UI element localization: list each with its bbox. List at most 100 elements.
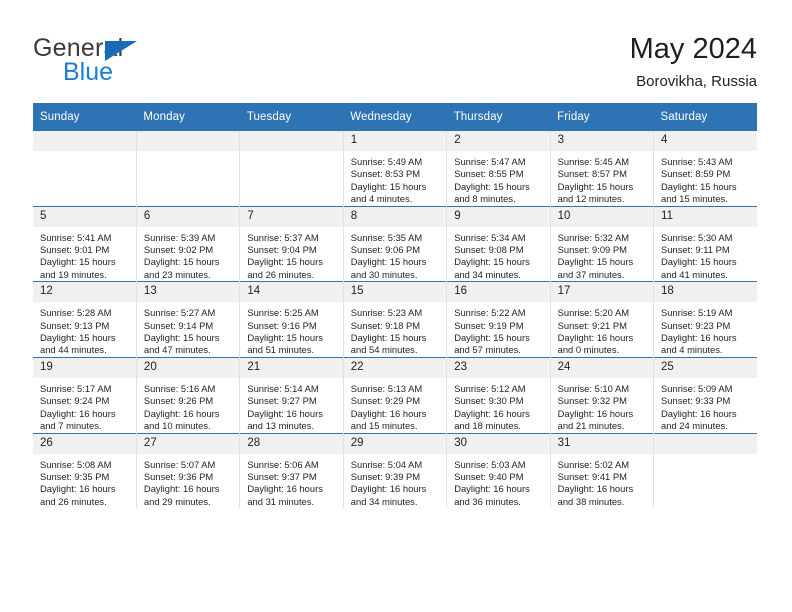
- day-sunrise-line: Sunrise: 5:08 AM: [40, 458, 112, 470]
- day-daylight-line: and 31 minutes.: [247, 495, 315, 507]
- calendar-week-row: 26 Sunrise: 5:08 AM Sunset: 9:35 PM Dayligh…: [33, 432, 757, 509]
- day-details: Sunrise: 5:43 AM Sunset: 8:59 PM Daylight:…: [654, 151, 757, 206]
- calendar-day-cell[interactable]: 1 Sunrise: 5:49 AM Sunset: 8:53 PM Daylight…: [342, 131, 448, 207]
- calendar-day-cell[interactable]: 15 Sunrise: 5:23 AM Sunset: 9:18 PM Dayligh…: [342, 281, 448, 358]
- day-sunrise-line: Sunrise: 5:13 AM: [350, 382, 423, 394]
- day-number: 4: [654, 131, 757, 151]
- day-sunrise-line: Sunrise: 5:14 AM: [247, 382, 319, 394]
- day-sunset-line: Sunset: 9:37 PM: [247, 470, 317, 482]
- day-details: Sunrise: 5:14 AM Sunset: 9:27 PM Daylight:…: [240, 378, 342, 433]
- day-details: Sunrise: 5:03 AM Sunset: 9:40 PM Daylight:…: [447, 454, 549, 509]
- day-number: [136, 131, 240, 151]
- day-number: 23: [447, 357, 550, 378]
- day-number: 10: [550, 206, 654, 227]
- day-details: Sunrise: 5:08 AM Sunset: 9:35 PM Daylight:…: [33, 454, 136, 509]
- day-number: 25: [654, 357, 757, 378]
- day-sunset-line: Sunset: 9:23 PM: [661, 319, 731, 331]
- calendar-day-cell[interactable]: 7 Sunrise: 5:37 AM Sunset: 9:04 PM Daylight…: [239, 205, 344, 282]
- calendar-day-cell[interactable]: 23 Sunrise: 5:12 AM Sunset: 9:30 PM Dayligh…: [446, 356, 551, 433]
- calendar-day-cell[interactable]: 11 Sunrise: 5:30 AM Sunset: 9:11 PM Dayligh…: [653, 205, 757, 282]
- day-daylight-line: and 13 minutes.: [247, 420, 315, 432]
- page-header: General Blue May 2024 Borovikha, Russia: [0, 0, 792, 100]
- calendar-day-cell[interactable]: 24 Sunrise: 5:10 AM Sunset: 9:32 PM Dayligh…: [549, 356, 655, 433]
- calendar-day-cell[interactable]: 2 Sunrise: 5:47 AM Sunset: 8:55 PM Daylight…: [446, 131, 551, 207]
- weekday-header-sunday: Sunday: [33, 103, 137, 131]
- day-sunset-line: Sunset: 9:16 PM: [247, 319, 317, 331]
- day-daylight-line: and 21 minutes.: [557, 420, 625, 432]
- day-sunrise-line: Sunrise: 5:16 AM: [143, 382, 216, 394]
- day-sunrise-line: Sunrise: 5:45 AM: [557, 156, 630, 167]
- calendar-day-cell[interactable]: 30 Sunrise: 5:03 AM Sunset: 9:40 PM Dayligh…: [446, 432, 551, 509]
- day-details: Sunrise: 5:09 AM Sunset: 9:33 PM Daylight:…: [654, 378, 757, 433]
- day-sunset-line: Sunset: 9:13 PM: [40, 319, 110, 331]
- calendar-day-cell[interactable]: 12 Sunrise: 5:28 AM Sunset: 9:13 PM Dayligh…: [33, 281, 137, 358]
- day-sunrise-line: Sunrise: 5:17 AM: [40, 382, 112, 394]
- weekday-header-thursday: Thursday: [446, 103, 551, 131]
- day-sunset-line: Sunset: 9:32 PM: [557, 395, 627, 407]
- day-sunrise-line: Sunrise: 5:37 AM: [247, 231, 319, 243]
- calendar-day-cell[interactable]: 16 Sunrise: 5:22 AM Sunset: 9:19 PM Dayligh…: [446, 281, 551, 358]
- day-sunset-line: Sunset: 9:11 PM: [661, 244, 730, 256]
- day-sunset-line: Sunset: 9:33 PM: [661, 395, 731, 407]
- day-sunrise-line: Sunrise: 5:47 AM: [454, 156, 526, 167]
- calendar-day-cell[interactable]: 6 Sunrise: 5:39 AM Sunset: 9:02 PM Daylight…: [135, 205, 241, 282]
- calendar-week-row: 12 Sunrise: 5:28 AM Sunset: 9:13 PM Dayligh…: [33, 281, 757, 358]
- calendar-day-cell[interactable]: 18 Sunrise: 5:19 AM Sunset: 9:23 PM Dayligh…: [653, 281, 757, 358]
- day-sunset-line: Sunset: 9:08 PM: [454, 244, 524, 256]
- day-sunrise-line: Sunrise: 5:22 AM: [454, 307, 526, 319]
- calendar-day-cell[interactable]: 22 Sunrise: 5:13 AM Sunset: 9:29 PM Dayligh…: [342, 356, 448, 433]
- day-daylight-line: Daylight: 16 hours: [40, 407, 116, 419]
- day-details: Sunrise: 5:27 AM Sunset: 9:14 PM Daylight:…: [137, 302, 239, 357]
- day-sunset-line: Sunset: 9:26 PM: [143, 395, 214, 407]
- calendar-day-cell[interactable]: 28 Sunrise: 5:06 AM Sunset: 9:37 PM Dayligh…: [239, 432, 344, 509]
- calendar-day-cell[interactable]: 5 Sunrise: 5:41 AM Sunset: 9:01 PM Daylight…: [33, 205, 137, 282]
- calendar-day-cell[interactable]: 3 Sunrise: 5:45 AM Sunset: 8:57 PM Daylight…: [549, 131, 655, 207]
- calendar-day-cell[interactable]: 29 Sunrise: 5:04 AM Sunset: 9:39 PM Dayligh…: [342, 432, 448, 509]
- day-daylight-line: Daylight: 15 hours: [454, 180, 530, 192]
- day-number: 9: [447, 206, 550, 227]
- day-daylight-line: and 4 minutes.: [661, 344, 723, 356]
- day-daylight-line: Daylight: 16 hours: [557, 407, 634, 419]
- day-number: 5: [33, 206, 136, 227]
- logo-text-blue: Blue: [63, 58, 114, 86]
- day-sunset-line: Sunset: 9:27 PM: [247, 395, 317, 407]
- calendar-day-cell[interactable]: 21 Sunrise: 5:14 AM Sunset: 9:27 PM Dayligh…: [239, 356, 344, 433]
- calendar-day-cell[interactable]: 20 Sunrise: 5:16 AM Sunset: 9:26 PM Dayligh…: [135, 356, 241, 433]
- calendar-day-cell[interactable]: 27 Sunrise: 5:07 AM Sunset: 9:36 PM Dayligh…: [135, 432, 241, 509]
- calendar-day-cell[interactable]: 26 Sunrise: 5:08 AM Sunset: 9:35 PM Dayligh…: [33, 432, 137, 509]
- calendar-day-cell[interactable]: 14 Sunrise: 5:25 AM Sunset: 9:16 PM Dayligh…: [239, 281, 344, 358]
- day-sunset-line: Sunset: 9:18 PM: [350, 319, 421, 331]
- day-sunset-line: Sunset: 9:40 PM: [454, 470, 524, 482]
- day-daylight-line: Daylight: 16 hours: [350, 483, 427, 495]
- calendar-day-cell[interactable]: 25 Sunrise: 5:09 AM Sunset: 9:33 PM Dayligh…: [653, 356, 757, 433]
- weekday-header: Sunday Monday Tuesday Wednesday Thursday Frid…: [33, 103, 757, 131]
- day-sunrise-line: Sunrise: 5:34 AM: [454, 231, 526, 243]
- calendar-day-cell[interactable]: 9 Sunrise: 5:34 AM Sunset: 9:08 PM Daylight…: [446, 205, 551, 282]
- day-details: Sunrise: 5:37 AM Sunset: 9:04 PM Daylight:…: [240, 227, 342, 282]
- day-daylight-line: and 24 minutes.: [661, 420, 728, 432]
- calendar-day-cell[interactable]: 8 Sunrise: 5:35 AM Sunset: 9:06 PM Daylight…: [342, 205, 448, 282]
- day-number: 29: [343, 433, 447, 454]
- day-sunset-line: Sunset: 9:35 PM: [40, 470, 110, 482]
- day-number: 24: [550, 357, 654, 378]
- calendar-day-cell[interactable]: 13 Sunrise: 5:27 AM Sunset: 9:14 PM Dayligh…: [135, 281, 241, 358]
- day-daylight-line: and 51 minutes.: [247, 344, 315, 356]
- general-blue-logo[interactable]: General Blue: [33, 34, 193, 86]
- calendar-day-cell[interactable]: 17 Sunrise: 5:20 AM Sunset: 9:21 PM Dayligh…: [549, 281, 655, 358]
- day-daylight-line: and 7 minutes.: [40, 420, 102, 432]
- day-details: Sunrise: 5:32 AM Sunset: 9:09 PM Daylight:…: [551, 227, 653, 282]
- day-daylight-line: and 54 minutes.: [350, 344, 418, 356]
- calendar-day-cell[interactable]: 10 Sunrise: 5:32 AM Sunset: 9:09 PM Dayligh…: [549, 205, 655, 282]
- day-daylight-line: and 26 minutes.: [247, 268, 315, 280]
- day-number: 1: [343, 131, 447, 151]
- day-number: [654, 433, 757, 454]
- day-sunset-line: Sunset: 9:30 PM: [454, 395, 524, 407]
- day-details: Sunrise: 5:13 AM Sunset: 9:29 PM Daylight:…: [344, 378, 446, 433]
- day-daylight-line: Daylight: 15 hours: [40, 332, 116, 344]
- calendar-day-cell[interactable]: 31 Sunrise: 5:02 AM Sunset: 9:41 PM Dayligh…: [549, 432, 655, 509]
- calendar-day-cell[interactable]: 4 Sunrise: 5:43 AM Sunset: 8:59 PM Daylight…: [653, 131, 757, 207]
- calendar-day-cell-empty: [33, 131, 137, 207]
- day-sunrise-line: Sunrise: 5:32 AM: [557, 231, 630, 243]
- calendar-day-cell[interactable]: 19 Sunrise: 5:17 AM Sunset: 9:24 PM Dayligh…: [33, 356, 137, 433]
- day-number: 30: [447, 433, 550, 454]
